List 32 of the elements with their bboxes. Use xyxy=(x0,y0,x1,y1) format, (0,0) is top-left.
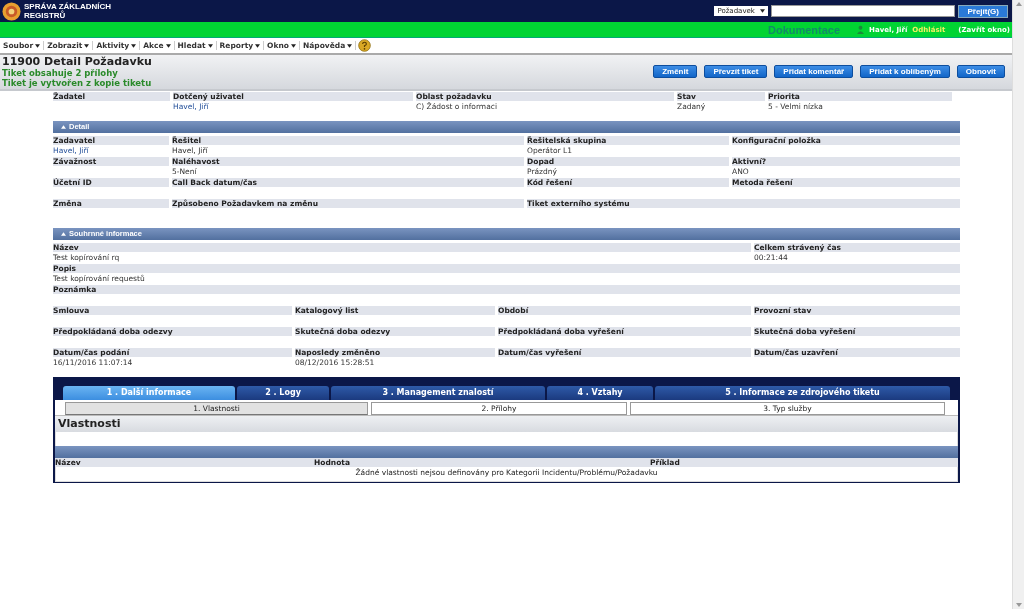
caret-icon xyxy=(84,43,90,48)
scroll-down-icon[interactable] xyxy=(1015,603,1022,607)
action-button[interactable]: Přidat k oblíbeným xyxy=(860,65,950,78)
collapse-arrow-icon xyxy=(61,125,66,129)
tab[interactable]: 2 . Logy xyxy=(237,386,329,400)
caret-icon xyxy=(35,43,41,48)
tab[interactable]: 3 . Management znalostí xyxy=(331,386,545,400)
tab[interactable]: 5 . Informace ze zdrojového tiketu xyxy=(655,386,950,400)
user-icon xyxy=(857,25,865,34)
action-button[interactable]: Převzít tiket xyxy=(704,65,768,78)
logo-icon xyxy=(2,1,21,21)
caret-icon xyxy=(255,43,261,48)
action-button[interactable]: Přidat komentář xyxy=(774,65,854,78)
caret-icon xyxy=(207,43,213,48)
go-button[interactable]: Přejít(G) xyxy=(958,4,1008,18)
logo-text: SPRÁVA ZÁKLADNÍCH REGISTRŮ xyxy=(24,2,113,20)
tab[interactable]: 4 . Vztahy xyxy=(547,386,653,400)
page-title: 11900 Detail Požadavku xyxy=(2,56,152,68)
search-field[interactable] xyxy=(771,5,956,17)
panel-title: Vlastnosti xyxy=(55,415,958,432)
collapse-arrow-icon xyxy=(61,232,66,236)
caret-icon xyxy=(165,43,171,48)
caret-icon xyxy=(131,43,137,48)
notice-text: Tiket obsahuje 2 přílohy xyxy=(2,68,119,78)
caret-icon xyxy=(347,43,353,48)
caret-icon xyxy=(290,43,296,48)
scroll-up-icon[interactable] xyxy=(1015,2,1022,6)
help-icon[interactable] xyxy=(358,39,372,52)
action-button[interactable]: Změnit xyxy=(653,65,698,78)
notice-text: Tiket je vytvořen z kopie tiketu xyxy=(2,78,152,88)
caret-icon xyxy=(760,9,766,13)
action-button[interactable]: Obnovit xyxy=(956,65,1005,78)
